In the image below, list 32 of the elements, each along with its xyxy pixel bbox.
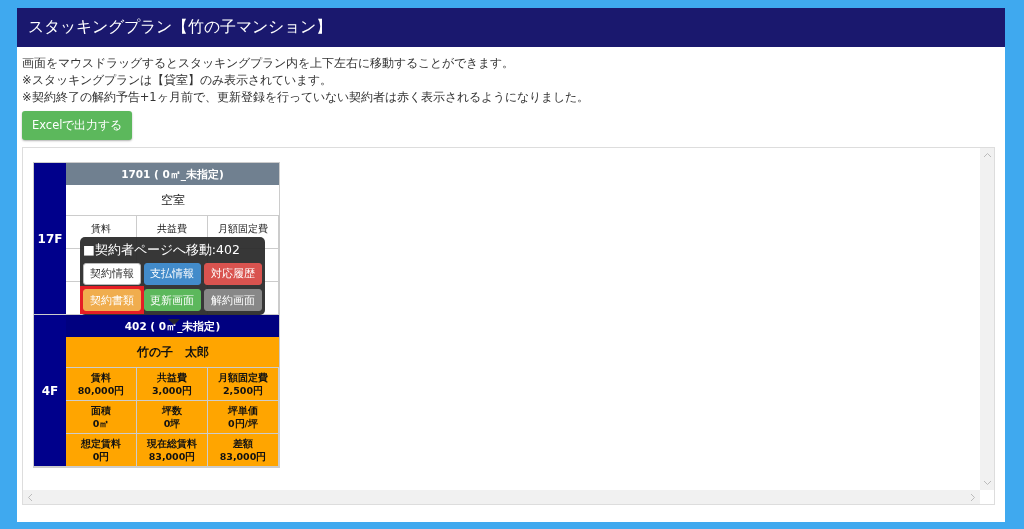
room-header[interactable]: 1701 ( 0㎡_未指定) (66, 163, 279, 185)
horizontal-scrollbar[interactable] (23, 490, 980, 504)
tenant-name: 空室 (66, 185, 279, 216)
scroll-down-icon[interactable] (982, 480, 992, 486)
scroll-up-icon[interactable] (982, 152, 992, 158)
floor-label: 4F (34, 315, 66, 467)
room-cell: 賃料 80,000円 (66, 368, 137, 401)
room-cell: 坪単価 0円/坪 (208, 401, 279, 434)
popover-button[interactable]: 契約情報 (83, 262, 141, 285)
note-text: ※スタッキングプランは【貸室】のみ表示されています。 (22, 72, 333, 89)
scroll-left-icon[interactable] (27, 492, 33, 502)
room-cell: 共益費 3,000円 (137, 368, 208, 401)
note-text: ※契約終了の解約予告+1ヶ月前で、更新登録を行っていない契約者は赤く表示されるようになりました。 (22, 89, 590, 106)
room-header[interactable]: 402 ( 0㎡_未指定) (66, 315, 279, 337)
scroll-right-icon[interactable] (970, 492, 976, 502)
popover-button[interactable]: 更新画面 (143, 289, 202, 311)
export-excel-button[interactable]: Excelで出力する (22, 111, 133, 140)
floor-label: 17F (34, 163, 66, 315)
room-cell: 坪数 0坪 (137, 401, 208, 434)
room-cell: 想定賃料 0円 (66, 434, 137, 467)
stacking-plan-area[interactable]: 17F 1701 ( 0㎡_未指定) 空室 賃料 共益費 月額固定費 ■契約者ページへ移動:402 契約情報 支払情報 対応履歴 契約書類 更新画面 解約画面 4F 402 ( 0㎡_未指定) 竹の子 太郎 賃料 80,000円 共益費 3,000円 月額固定費 2,500円 面積 0㎡ 坪数 0坪 坪単価 0円/坪 想定賃料 0円 現在総賃料 83,000円 差額 83,000円 (22, 147, 995, 505)
popover-button[interactable]: 解約画面 (204, 289, 262, 311)
page-title: スタッキングプラン【竹の子マンション】 (28, 17, 332, 38)
popover-button[interactable]: 対応履歴 (204, 262, 262, 285)
popover-button[interactable]: 支払情報 (143, 262, 202, 285)
room-cell: 月額固定費 2,500円 (208, 368, 279, 401)
room-cell: 差額 83,000円 (208, 434, 279, 467)
note-text: 画面をマウスドラッグするとスタッキングプラン内を上下左右に移動することができます。 (22, 55, 515, 72)
vertical-scrollbar[interactable] (980, 148, 994, 490)
room-cell: 面積 0㎡ (66, 401, 137, 434)
room-cell: 現在総賃料 83,000円 (137, 434, 208, 467)
tenant-name: 竹の子 太郎 (66, 337, 279, 368)
